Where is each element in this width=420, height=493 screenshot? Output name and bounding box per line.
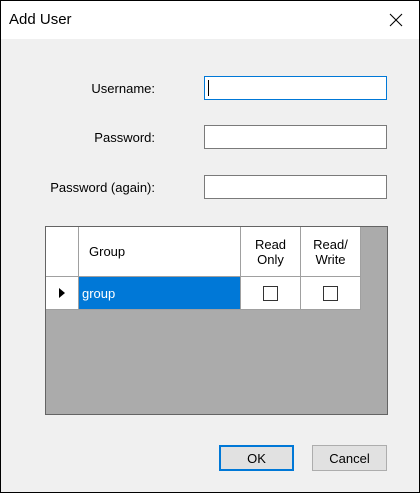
group-permissions-grid[interactable]: Group Read Only Read/ Write group	[45, 226, 388, 415]
password-again-label: Password (again):	[50, 180, 155, 195]
password-label: Password:	[94, 130, 155, 145]
read-only-checkbox[interactable]	[263, 285, 278, 301]
group-cell[interactable]: group	[79, 277, 241, 310]
cancel-button[interactable]: Cancel	[312, 445, 387, 471]
row-header-corner	[46, 227, 79, 277]
row-header[interactable]	[46, 277, 79, 310]
window-title: Add User	[9, 11, 72, 28]
table-row[interactable]: group	[46, 277, 361, 310]
title-bar: Add User	[1, 1, 419, 39]
username-field[interactable]	[204, 76, 387, 100]
column-header-group[interactable]: Group	[79, 227, 241, 277]
add-user-dialog: Add User Username: Password: Password (a…	[0, 0, 420, 493]
grid-header: Group Read Only Read/ Write	[46, 227, 361, 277]
username-label: Username:	[91, 81, 155, 96]
read-only-cell[interactable]	[241, 277, 301, 310]
close-button[interactable]	[373, 1, 419, 39]
column-header-read-only[interactable]: Read Only	[241, 227, 301, 277]
password-field[interactable]	[204, 125, 387, 149]
ok-button[interactable]: OK	[219, 445, 294, 471]
column-header-read-write[interactable]: Read/ Write	[301, 227, 361, 277]
read-write-checkbox[interactable]	[323, 285, 338, 301]
read-write-cell[interactable]	[301, 277, 361, 310]
text-caret	[208, 80, 209, 96]
current-row-arrow-icon	[59, 288, 65, 298]
password-again-field[interactable]	[204, 175, 387, 199]
close-icon	[389, 13, 403, 27]
